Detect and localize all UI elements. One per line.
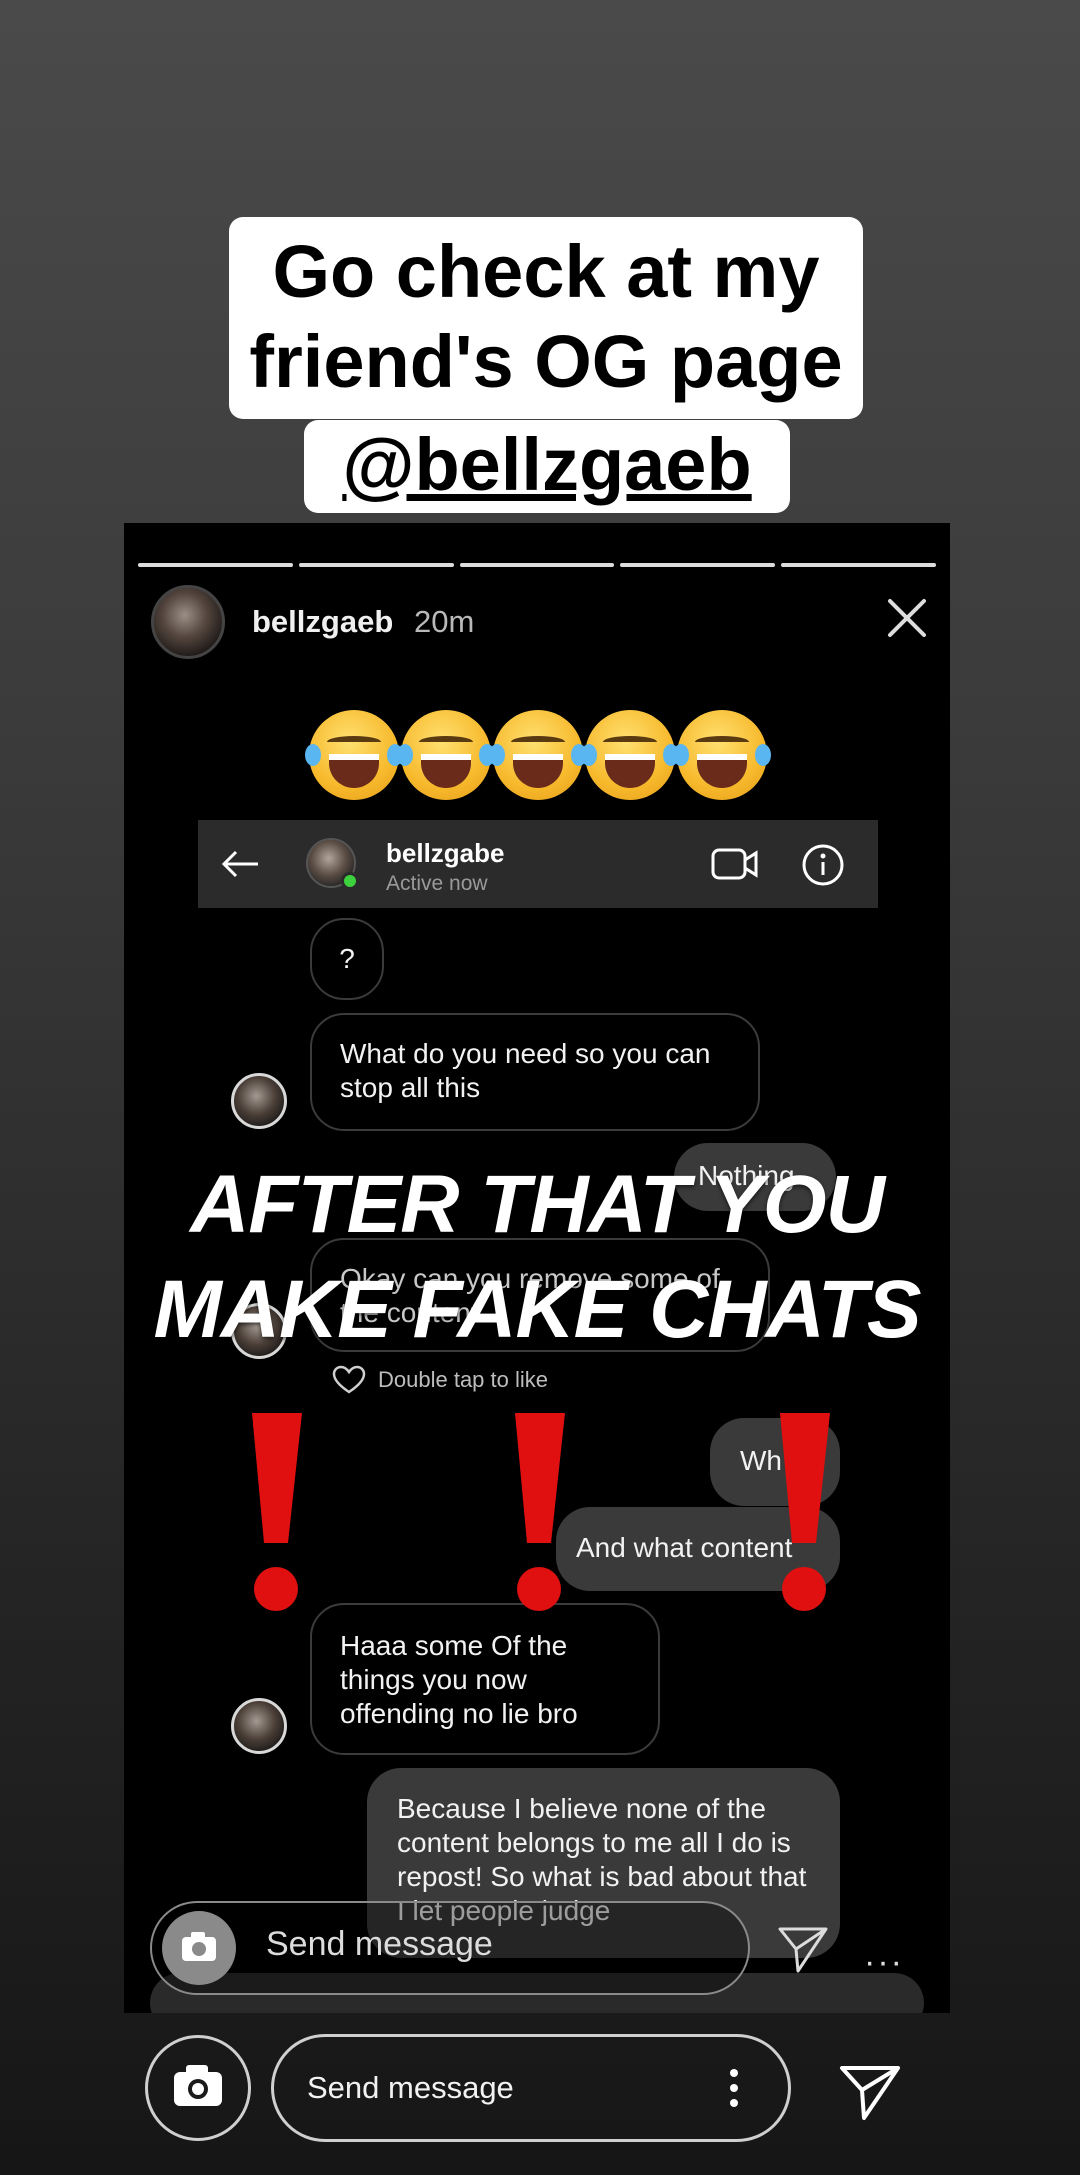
message-bubble-incoming: Haaa some Of the things you now offendin… <box>310 1603 660 1755</box>
story-time: 20m <box>414 604 475 639</box>
laughing-emoji-icon <box>305 710 403 800</box>
exclamation-icon <box>780 1413 830 1611</box>
dm-status: Active now <box>386 872 488 895</box>
progress-segment <box>138 563 293 567</box>
caption-handle-sticker: @bellzgaeb <box>304 420 790 513</box>
video-call-icon <box>711 848 758 880</box>
close-icon[interactable] <box>882 593 932 643</box>
sender-avatar <box>231 1698 287 1754</box>
story-username[interactable]: bellzgaeb <box>252 604 393 640</box>
message-bubble-incoming: ? <box>310 918 384 1000</box>
inner-send-message-label: Send message <box>266 1925 493 1963</box>
camera-icon <box>174 2065 222 2106</box>
inner-more-icon: ··· <box>864 1943 904 1981</box>
caption-line-2: friend's OG page <box>249 320 843 403</box>
progress-segment <box>781 563 936 567</box>
message-bubble-incoming: What do you need so you can stop all thi… <box>310 1013 760 1131</box>
send-message-placeholder: Send message <box>307 2070 514 2105</box>
caption-line-1: Go check at my <box>272 230 820 313</box>
camera-icon <box>182 1932 216 1961</box>
more-options-icon[interactable] <box>728 2068 740 2108</box>
laughing-emoji-icon <box>489 710 587 800</box>
caption-sticker: Go check at my friend's OG page <box>229 217 863 419</box>
caption-handle[interactable]: @bellzgaeb <box>342 423 751 506</box>
send-icon[interactable] <box>838 2060 902 2124</box>
laughing-emoji-icon <box>673 710 771 800</box>
heart-icon <box>332 1365 366 1394</box>
laughing-emoji-icon <box>397 710 495 800</box>
exclamation-icon <box>252 1413 302 1611</box>
dm-header: bellzgabe Active now <box>198 820 878 908</box>
inner-camera-button <box>162 1911 236 1985</box>
active-status-dot <box>341 872 359 890</box>
dm-name: bellzgabe <box>386 838 505 868</box>
reposted-story[interactable]: bellzgaeb 20m bellzgabe Active now ? Wha… <box>124 523 950 2013</box>
double-tap-label: Double tap to like <box>378 1367 548 1392</box>
overlay-text-line-2: MAKE FAKE CHATS <box>153 1264 921 1355</box>
progress-segment <box>620 563 776 567</box>
camera-button[interactable] <box>145 2035 251 2141</box>
laughing-emoji-row <box>305 710 771 800</box>
laughing-emoji-icon <box>581 710 679 800</box>
inner-send-icon <box>778 1927 828 1973</box>
info-icon <box>802 844 844 886</box>
story-progress-bars <box>138 563 936 567</box>
double-tap-hint: Double tap to like <box>332 1365 548 1395</box>
progress-segment <box>298 563 454 567</box>
progress-segment <box>459 563 615 567</box>
overlay-text-line-1: AFTER THAT YOU <box>190 1159 885 1250</box>
story-avatar[interactable] <box>151 585 225 659</box>
sender-avatar <box>231 1073 287 1129</box>
exclamation-icon <box>515 1413 565 1611</box>
back-arrow-icon <box>221 850 258 878</box>
